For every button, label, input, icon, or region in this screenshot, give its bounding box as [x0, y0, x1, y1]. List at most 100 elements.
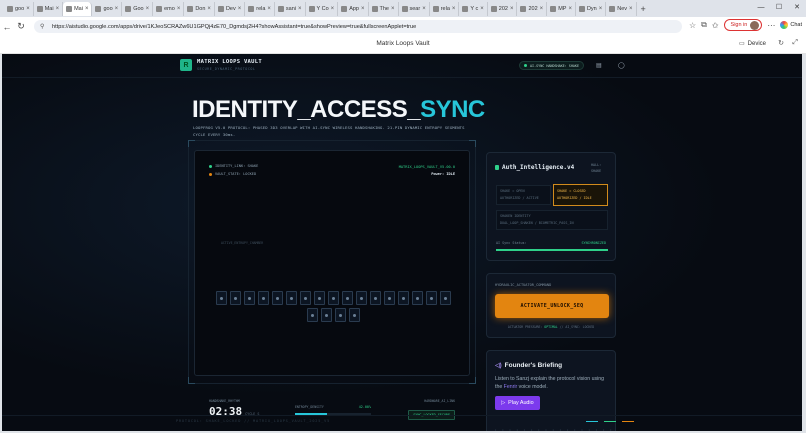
entropy-pin[interactable] [243, 291, 255, 305]
activate-unlock-button[interactable]: ACTIVATE_UNLOCK_SEQ [495, 294, 609, 318]
tab-close-icon[interactable]: × [361, 6, 365, 12]
entropy-pin[interactable] [271, 291, 283, 305]
fullscreen-icon[interactable]: ⤢ [792, 39, 798, 47]
tab-close-icon[interactable]: × [146, 6, 150, 12]
auth-card: Auth_Intelligence.v4 HALL: SHAKE SHAKE = … [486, 152, 616, 261]
entropy-pin[interactable] [313, 291, 325, 305]
tab-close-icon[interactable]: × [238, 6, 242, 12]
tab-close-icon[interactable]: × [115, 6, 119, 12]
briefing-description: Listen to Sanzj explain the protocol vis… [495, 375, 609, 391]
browser-tab[interactable]: sani × [275, 1, 306, 16]
entropy-pin[interactable] [439, 291, 451, 305]
applet-title: Matrix Loops Vault [376, 40, 430, 47]
browser-tab[interactable]: Mai × [63, 1, 93, 16]
more-icon[interactable]: ⋯ [767, 21, 775, 30]
document-icon[interactable]: ▤ [596, 62, 602, 69]
tab-close-icon[interactable]: × [452, 6, 456, 12]
address-bar[interactable]: ⚲ https://aistudio.google.com/apps/drive… [34, 20, 682, 33]
entropy-pin[interactable] [215, 291, 227, 305]
entropy-pin[interactable] [425, 291, 437, 305]
pressure-value: OPTIMAL [544, 325, 558, 329]
entropy-pin[interactable] [355, 291, 367, 305]
browser-tab[interactable]: Y c × [459, 1, 488, 16]
tab-close-icon[interactable]: × [480, 6, 484, 12]
browser-tab[interactable]: goo × [4, 1, 34, 16]
browser-tab[interactable]: Y Co × [306, 1, 339, 16]
favorites-icon[interactable]: ✩ [712, 21, 719, 30]
tab-close-icon[interactable]: × [177, 6, 181, 12]
tab-close-icon[interactable]: × [510, 6, 514, 12]
pin-dot [310, 313, 314, 317]
entropy-pin[interactable] [411, 291, 423, 305]
cell-open-1: SHAKE = OPEN [500, 189, 525, 193]
tab-close-icon[interactable]: × [207, 6, 211, 12]
entropy-pin[interactable] [229, 291, 241, 305]
entropy-pin[interactable] [285, 291, 297, 305]
entropy-pin[interactable] [369, 291, 381, 305]
signin-button[interactable]: Sign in [723, 19, 763, 31]
frame-corner [469, 140, 476, 147]
star-icon[interactable]: ☆ [689, 21, 696, 30]
tab-label: Goo [133, 5, 144, 12]
entropy-pin[interactable] [320, 308, 332, 322]
entropy-pin[interactable] [341, 291, 353, 305]
browser-tab[interactable]: 202 × [488, 1, 518, 16]
close-window-icon[interactable]: ✕ [788, 0, 806, 14]
browser-tab[interactable]: App × [338, 1, 369, 16]
play-audio-button[interactable]: ▷ Play Audio [495, 396, 540, 410]
tab-close-icon[interactable]: × [85, 6, 89, 12]
browser-tab[interactable]: rela × [430, 1, 460, 16]
maximize-icon[interactable]: ☐ [770, 0, 788, 14]
minimize-icon[interactable]: — [752, 0, 770, 14]
browser-tab[interactable]: Nev × [606, 1, 637, 16]
refresh-icon[interactable]: ↻ [778, 39, 784, 47]
tab-favicon-icon [401, 5, 408, 12]
new-tab-icon[interactable]: + [637, 4, 650, 14]
tab-close-icon[interactable]: × [56, 6, 60, 12]
site-info-icon[interactable]: ⚲ [40, 23, 47, 30]
browser-tab[interactable]: Goo × [122, 1, 154, 16]
device-icon: ▭ [738, 41, 745, 47]
chat-button[interactable]: Chat [780, 21, 802, 29]
tab-close-icon[interactable]: × [568, 6, 572, 12]
entropy-pin[interactable] [306, 308, 318, 322]
entropy-pin[interactable] [327, 291, 339, 305]
device-button[interactable]: ▭ Device [738, 40, 766, 48]
tab-close-icon[interactable]: × [26, 6, 30, 12]
entropy-pin[interactable] [257, 291, 269, 305]
cell-closed-1: SHAKE = CLOSED [557, 189, 586, 193]
browser-tab[interactable]: 202 × [517, 1, 548, 16]
browser-tab[interactable]: MP × [547, 1, 576, 16]
entropy-pin[interactable] [299, 291, 311, 305]
browser-tab[interactable]: Mai × [34, 1, 64, 16]
pin-dot [324, 313, 328, 317]
entropy-pin[interactable] [348, 308, 360, 322]
tab-close-icon[interactable]: × [391, 6, 395, 12]
tab-close-icon[interactable]: × [422, 6, 426, 12]
browser-tab[interactable]: emo × [153, 1, 185, 16]
tab-close-icon[interactable]: × [629, 6, 633, 12]
browser-tab[interactable]: sear × [399, 1, 430, 16]
frame-corner [188, 140, 195, 147]
settings-icon[interactable]: ◯ [618, 62, 625, 69]
browser-tab[interactable]: Dev × [215, 1, 246, 16]
tab-close-icon[interactable]: × [267, 6, 271, 12]
tab-close-icon[interactable]: × [599, 6, 603, 12]
extensions-icon[interactable]: ⧉ [701, 20, 707, 30]
entropy-pin[interactable] [397, 291, 409, 305]
entropy-pin[interactable] [334, 308, 346, 322]
browser-tab[interactable]: Dyn × [576, 1, 607, 16]
back-icon[interactable]: ← [0, 20, 14, 34]
tab-close-icon[interactable]: × [540, 6, 544, 12]
browser-tab[interactable]: goo × [92, 1, 123, 16]
reload-icon[interactable]: ↻ [14, 20, 28, 34]
browser-tab[interactable]: rela × [245, 1, 275, 16]
tab-close-icon[interactable]: × [331, 6, 335, 12]
browser-tab[interactable]: Don × [184, 1, 215, 16]
tab-close-icon[interactable]: × [298, 6, 302, 12]
sync-status-text: AI-SYNC HANDSHAKE: SHAKE [530, 63, 579, 68]
pressure-suffix: // AI_SYNC: LOCKED [557, 325, 595, 329]
tab-favicon-icon [217, 5, 224, 12]
browser-tab[interactable]: The × [369, 1, 399, 16]
entropy-pin[interactable] [383, 291, 395, 305]
